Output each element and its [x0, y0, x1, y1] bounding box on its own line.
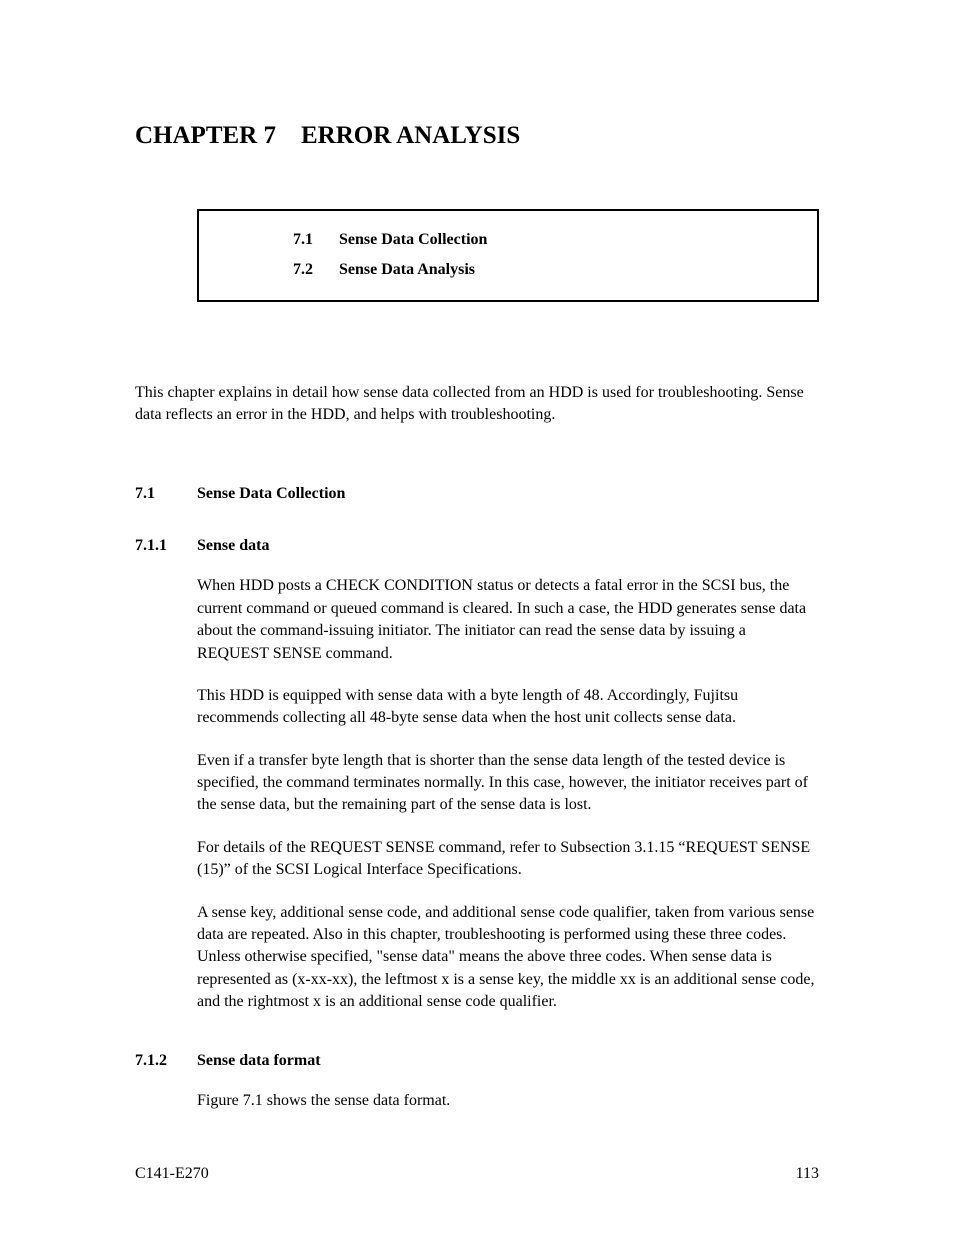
subsection-title: Sense data format — [197, 1050, 321, 1072]
subsection-num: 7.1.1 — [135, 535, 197, 557]
subsection-heading-7-1-1: 7.1.1 Sense data — [135, 535, 819, 557]
subsection-title: Sense data — [197, 535, 269, 557]
section-num: 7.1 — [135, 483, 197, 505]
body-paragraph: For details of the REQUEST SENSE command… — [197, 837, 819, 882]
section-title: Sense Data Collection — [197, 483, 345, 505]
toc-num: 7.2 — [219, 259, 339, 281]
toc-label: Sense Data Analysis — [339, 259, 797, 281]
body-paragraph: A sense key, additional sense code, and … — [197, 902, 819, 1014]
page-footer: C141-E270 113 — [135, 1163, 819, 1185]
toc-row: 7.2 Sense Data Analysis — [219, 255, 797, 285]
chapter-title: CHAPTER 7 ERROR ANALYSIS — [135, 118, 819, 153]
body-paragraph: When HDD posts a CHECK CONDITION status … — [197, 575, 819, 665]
subsection-num: 7.1.2 — [135, 1050, 197, 1072]
intro-paragraph: This chapter explains in detail how sens… — [135, 382, 819, 427]
body-paragraph: Even if a transfer byte length that is s… — [197, 750, 819, 817]
footer-page-number: 113 — [796, 1163, 819, 1185]
toc-num: 7.1 — [219, 229, 339, 251]
section-heading-7-1: 7.1 Sense Data Collection — [135, 483, 819, 505]
subsection-heading-7-1-2: 7.1.2 Sense data format — [135, 1050, 819, 1072]
body-paragraph: Figure 7.1 shows the sense data format. — [197, 1090, 819, 1112]
toc-label: Sense Data Collection — [339, 229, 797, 251]
toc-row: 7.1 Sense Data Collection — [219, 225, 797, 255]
footer-doc-id: C141-E270 — [135, 1163, 209, 1185]
body-paragraph: This HDD is equipped with sense data wit… — [197, 685, 819, 730]
toc-box: 7.1 Sense Data Collection 7.2 Sense Data… — [197, 209, 819, 302]
